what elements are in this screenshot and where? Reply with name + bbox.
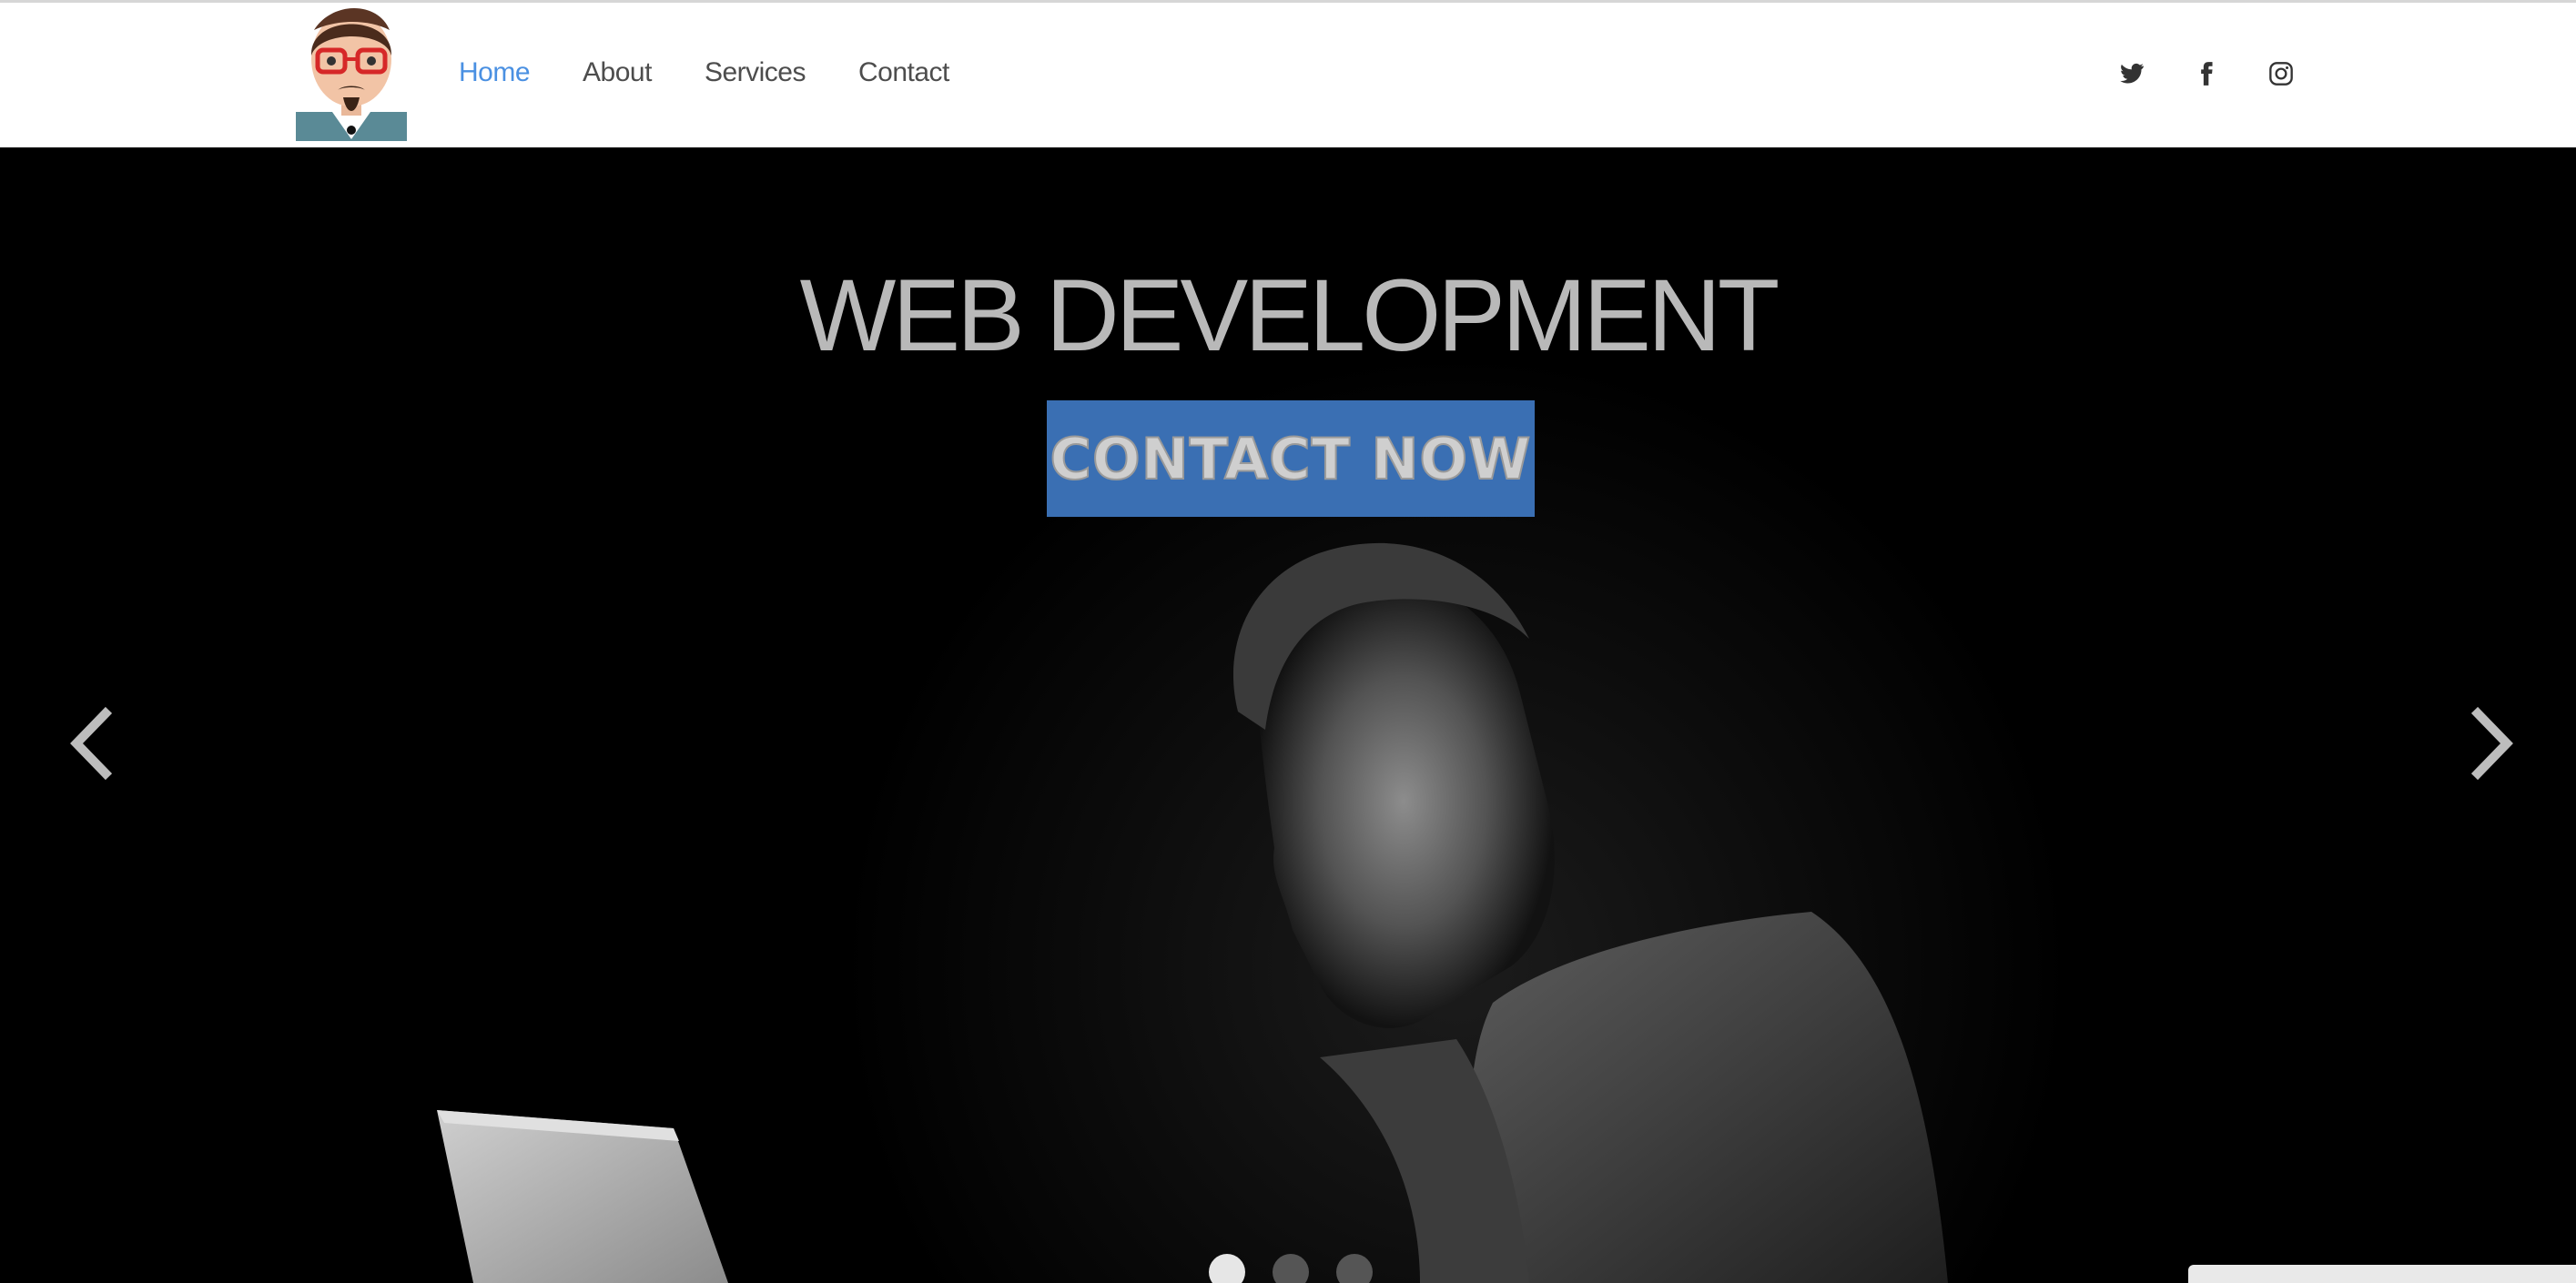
- chevron-left-icon[interactable]: [60, 702, 124, 784]
- top-header: Home About Services Contact: [0, 0, 2576, 147]
- chevron-right-icon[interactable]: [2459, 702, 2523, 784]
- avatar-logo[interactable]: [296, 3, 407, 141]
- carousel-dot-2[interactable]: [1273, 1254, 1309, 1283]
- nav-contact[interactable]: Contact: [858, 57, 949, 88]
- hero-title: WEB DEVELOPMENT: [799, 258, 1780, 372]
- nav-home[interactable]: Home: [459, 57, 531, 88]
- carousel-indicators: [1209, 1254, 1373, 1283]
- nav-about[interactable]: About: [583, 57, 652, 88]
- main-nav: Home About Services Contact: [459, 57, 949, 88]
- social-links: [2119, 61, 2294, 86]
- facebook-icon[interactable]: [2194, 61, 2219, 86]
- carousel-dot-1[interactable]: [1209, 1254, 1245, 1283]
- corner-widget[interactable]: [2188, 1265, 2576, 1283]
- contact-now-button[interactable]: CONTACT NOW: [1047, 400, 1535, 517]
- carousel-dot-3[interactable]: [1336, 1254, 1373, 1283]
- twitter-icon[interactable]: [2119, 61, 2145, 86]
- hero-carousel: WEB DEVELOPMENT CONTACT NOW: [0, 147, 2576, 1283]
- instagram-icon[interactable]: [2268, 61, 2294, 86]
- nav-services[interactable]: Services: [705, 57, 806, 88]
